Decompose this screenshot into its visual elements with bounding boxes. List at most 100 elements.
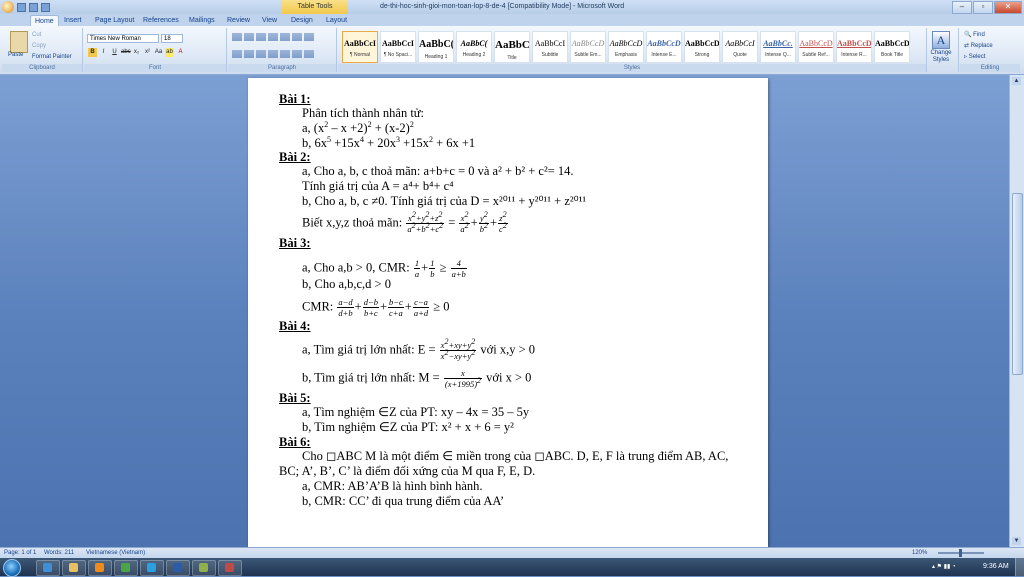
paste-button[interactable]: Paste <box>8 52 23 58</box>
decrease-indent-icon[interactable] <box>268 33 278 41</box>
app-icon[interactable] <box>218 560 242 576</box>
word-icon[interactable] <box>166 560 190 576</box>
bai4-heading: Bài 4: <box>279 319 311 333</box>
media-player-icon[interactable] <box>88 560 112 576</box>
subscript-button[interactable]: x₂ <box>132 48 141 57</box>
tab-insert[interactable]: Insert <box>60 15 86 26</box>
font-size-box[interactable]: 18 <box>161 34 183 43</box>
borders-icon[interactable] <box>304 50 314 58</box>
bai2-b: b, Cho a, b, c ≠0. Tính giá trị của D = … <box>302 194 587 208</box>
zoom-slider-knob[interactable] <box>959 549 962 557</box>
line-spacing-icon[interactable] <box>280 50 290 58</box>
cut-button[interactable]: Cut <box>32 32 41 38</box>
scroll-down-icon[interactable]: ▼ <box>1012 537 1021 545</box>
numbering-icon[interactable] <box>244 33 254 41</box>
italic-button[interactable]: I <box>99 48 108 57</box>
bai6-heading: Bài 6: <box>279 435 311 449</box>
fraction: d−b b+c <box>362 297 379 318</box>
bai2-a: a, Cho a, b, c thoả mãn: a+b+c = 0 và a²… <box>302 164 574 178</box>
format-painter-button[interactable]: Format Painter <box>32 54 72 60</box>
strikethrough-button[interactable]: abc <box>121 48 131 57</box>
select-button[interactable]: ▹ Select <box>964 53 985 60</box>
skype-icon[interactable] <box>140 560 164 576</box>
tab-page-layout[interactable]: Page Layout <box>91 15 138 26</box>
scrollbar-thumb[interactable] <box>1012 193 1023 375</box>
style-normal[interactable]: AaBbCcI ¶ Normal <box>342 31 378 63</box>
chrome-icon[interactable] <box>114 560 138 576</box>
vertical-scrollbar[interactable]: ▲ ▼ <box>1009 75 1024 547</box>
replace-button[interactable]: ⇄ Replace <box>964 42 993 49</box>
fraction: c−a a+d <box>412 297 430 318</box>
bai3-b: b, Cho a,b,c,d > 0 <box>302 277 391 291</box>
start-button[interactable] <box>3 559 21 577</box>
zoom-slider[interactable] <box>938 549 984 557</box>
explorer-icon[interactable] <box>62 560 86 576</box>
highlight-icon[interactable]: ab <box>165 48 174 57</box>
bullets-icon[interactable] <box>232 33 242 41</box>
tab-review[interactable]: Review <box>223 15 254 26</box>
bold-button[interactable]: B <box>88 48 97 57</box>
style-subtle-reference[interactable]: AaBbCcD Subtle Ref... <box>798 31 834 63</box>
increase-indent-icon[interactable] <box>280 33 290 41</box>
style-intense-quote[interactable]: AaBbCc. Intense Q... <box>760 31 796 63</box>
superscript-button[interactable]: x² <box>143 48 152 57</box>
sort-icon[interactable] <box>292 33 302 41</box>
taskbar: ▴ ⚑ ▮▮ ◔ 9:36 AM <box>0 558 1024 577</box>
style-no-spacing[interactable]: AaBbCcI ¶ No Spaci... <box>380 31 416 63</box>
undo-icon[interactable] <box>29 3 38 12</box>
tab-mailings[interactable]: Mailings <box>185 15 219 26</box>
style-quote[interactable]: AaBbCcI Quote <box>722 31 758 63</box>
font-color-icon[interactable]: A <box>176 48 185 57</box>
underline-button[interactable]: U <box>110 48 119 57</box>
fraction: 4 a+b <box>450 258 467 279</box>
system-tray[interactable]: ▴ ⚑ ▮▮ ◔ <box>932 558 956 576</box>
bai5-a: a, Tìm nghiệm ∈Z của PT: xy – 4x = 35 – … <box>302 405 530 419</box>
change-styles-icon[interactable]: A <box>932 31 950 49</box>
style-intense-emphasis[interactable]: AaBbCcD Intense E... <box>646 31 682 63</box>
minimize-button[interactable]: – <box>952 1 972 14</box>
find-button[interactable]: 🔍 Find <box>964 31 985 38</box>
fraction: a−d d+b <box>337 297 354 318</box>
style-intense-reference[interactable]: AaBbCcD Intense R... <box>836 31 872 63</box>
shading-icon[interactable] <box>292 50 302 58</box>
tab-view[interactable]: View <box>258 15 281 26</box>
tab-references[interactable]: References <box>139 15 183 26</box>
style-title[interactable]: AaBbC(Title <box>494 31 530 63</box>
change-styles-group: A Change Styles <box>926 28 959 72</box>
change-case-button[interactable]: Aa <box>154 48 163 57</box>
align-right-icon[interactable] <box>256 50 266 58</box>
style-book-title[interactable]: AaBbCcD Book Title <box>874 31 910 63</box>
tab-design[interactable]: Design <box>287 15 317 26</box>
paint-icon[interactable] <box>192 560 216 576</box>
bai6-a: a, CMR: AB’A’B là hình bình hành. <box>302 479 483 493</box>
clipboard-label: Clipboard <box>2 64 82 72</box>
save-icon[interactable] <box>17 3 26 12</box>
style-emphasis[interactable]: AaBbCcD Emphasis <box>608 31 644 63</box>
tab-layout[interactable]: Layout <box>322 15 351 26</box>
ribbon-tabs: Home Insert Page Layout References Maili… <box>0 14 1024 27</box>
clock[interactable]: 9:36 AM <box>983 558 1009 576</box>
style-subtitle[interactable]: AaBbCcI Subtitle <box>532 31 568 63</box>
document-page[interactable]: Bài 1: Phân tích thành nhân tử: a, (x2 –… <box>248 78 768 547</box>
paragraph-group: Paragraph <box>228 28 337 72</box>
show-marks-icon[interactable] <box>304 33 314 41</box>
align-left-icon[interactable] <box>232 50 242 58</box>
maximize-button[interactable]: ▫ <box>973 1 993 14</box>
style-heading-1[interactable]: AaBbC(Heading 1 <box>418 31 454 63</box>
font-name-box[interactable]: Times New Roman <box>87 34 159 43</box>
scroll-up-icon[interactable]: ▲ <box>1012 77 1021 85</box>
style-subtle-emphasis[interactable]: AaBbCcD Subtle Em... <box>570 31 606 63</box>
show-desktop-button[interactable] <box>1015 558 1024 576</box>
style-strong[interactable]: AaBbCcD Strong <box>684 31 720 63</box>
change-styles-button[interactable]: Change Styles <box>928 50 954 64</box>
redo-icon[interactable] <box>41 3 50 12</box>
ie-icon[interactable] <box>36 560 60 576</box>
style-heading-2[interactable]: AaBbC(Heading 2 <box>456 31 492 63</box>
copy-button[interactable]: Copy <box>32 43 46 49</box>
multilevel-icon[interactable] <box>256 33 266 41</box>
close-button[interactable]: ✕ <box>994 1 1022 14</box>
paste-icon[interactable] <box>10 31 28 53</box>
justify-icon[interactable] <box>268 50 278 58</box>
align-center-icon[interactable] <box>244 50 254 58</box>
office-button[interactable] <box>2 1 14 13</box>
